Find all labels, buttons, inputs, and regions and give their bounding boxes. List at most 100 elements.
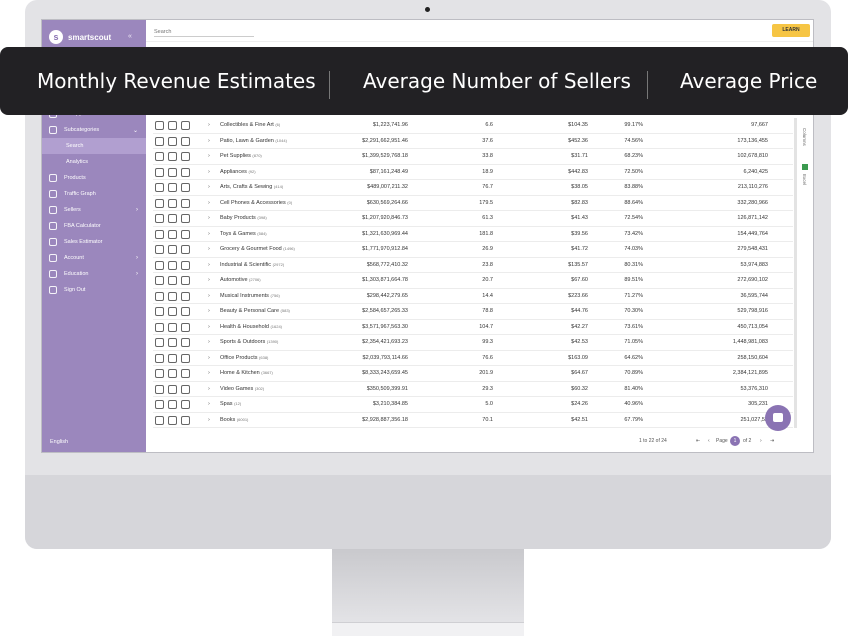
expand-row-icon[interactable]: › bbox=[208, 293, 210, 299]
tree-icon[interactable] bbox=[181, 121, 190, 130]
vertical-scrollbar[interactable] bbox=[794, 118, 797, 428]
expand-row-icon[interactable]: › bbox=[208, 153, 210, 159]
sidebar-item-analytics[interactable]: Analytics bbox=[42, 154, 146, 170]
category-name[interactable]: Patio, Lawn & Garden (1044) bbox=[220, 138, 287, 144]
table-row[interactable]: › Health & Household (1624) $3,571,967,563… bbox=[153, 320, 793, 335]
sidebar-item-search[interactable]: Search bbox=[42, 138, 146, 154]
box-icon[interactable] bbox=[168, 183, 177, 192]
tag-icon[interactable] bbox=[155, 369, 164, 378]
expand-row-icon[interactable]: › bbox=[208, 339, 210, 345]
expand-row-icon[interactable]: › bbox=[208, 277, 210, 283]
columns-toggle[interactable]: Columns bbox=[802, 128, 807, 146]
box-icon[interactable] bbox=[168, 260, 177, 270]
tag-icon[interactable] bbox=[155, 415, 164, 425]
category-name[interactable]: Cell Phones & Accessories (0) bbox=[220, 200, 292, 206]
tree-icon[interactable] bbox=[181, 183, 190, 192]
box-icon[interactable] bbox=[168, 369, 177, 378]
expand-row-icon[interactable]: › bbox=[208, 370, 210, 376]
tree-icon[interactable] bbox=[181, 338, 190, 347]
expand-row-icon[interactable]: › bbox=[208, 262, 210, 268]
box-icon[interactable] bbox=[168, 245, 177, 254]
box-icon[interactable] bbox=[168, 276, 177, 285]
category-name[interactable]: Automotive (2706) bbox=[220, 277, 261, 283]
box-icon[interactable] bbox=[168, 415, 177, 425]
sidebar-item-traffic-graph[interactable]: Traffic Graph bbox=[42, 186, 146, 202]
tag-icon[interactable] bbox=[155, 152, 164, 161]
table-row[interactable]: › Books (6001) $2,928,887,356.18 70.1 $42.51… bbox=[153, 413, 793, 428]
table-row[interactable]: › Sports & Outdoors (1390) $2,354,421,693.… bbox=[153, 335, 793, 351]
sidebar-item-sign-out[interactable]: Sign Out bbox=[42, 282, 146, 298]
category-name[interactable]: Home & Kitchen (3667) bbox=[220, 370, 273, 376]
category-name[interactable]: Collectibles & Fine Art (6) bbox=[220, 122, 280, 128]
collapse-sidebar-icon[interactable]: « bbox=[128, 33, 132, 40]
table-row[interactable]: › Office Products (638) $2,039,793,114.66 7… bbox=[153, 351, 793, 366]
box-icon[interactable] bbox=[168, 353, 177, 363]
table-row[interactable]: › Beauty & Personal Care (583) $2,584,657,… bbox=[153, 304, 793, 320]
box-icon[interactable] bbox=[168, 384, 177, 394]
tag-icon[interactable] bbox=[155, 291, 164, 301]
table-row[interactable]: › Arts, Crafts & Sewing (414) $489,007,211… bbox=[153, 180, 793, 196]
table-row[interactable]: › Home & Kitchen (3667) $8,333,243,659.45 2… bbox=[153, 366, 793, 382]
box-icon[interactable] bbox=[168, 136, 177, 146]
tree-icon[interactable] bbox=[181, 152, 190, 161]
tag-icon[interactable] bbox=[155, 183, 164, 192]
learn-button[interactable]: LEARN bbox=[772, 24, 810, 37]
expand-row-icon[interactable]: › bbox=[208, 401, 210, 407]
language-selector[interactable]: English bbox=[50, 439, 68, 445]
tree-icon[interactable] bbox=[181, 322, 190, 332]
tree-icon[interactable] bbox=[181, 229, 190, 239]
tree-icon[interactable] bbox=[181, 214, 190, 223]
box-icon[interactable] bbox=[168, 167, 177, 177]
table-row[interactable]: › Spas (12) $3,210,384.85 5.0 $24.26 40.96% 30… bbox=[153, 397, 793, 413]
tag-icon[interactable] bbox=[155, 229, 164, 239]
box-icon[interactable] bbox=[168, 400, 177, 409]
table-row[interactable]: › Toys & Games (584) $1,321,630,969.44 181.… bbox=[153, 227, 793, 242]
tree-icon[interactable] bbox=[181, 245, 190, 254]
expand-row-icon[interactable]: › bbox=[208, 308, 210, 314]
table-row[interactable]: › Cell Phones & Accessories (0) $630,569,2… bbox=[153, 196, 793, 211]
box-icon[interactable] bbox=[168, 322, 177, 332]
expand-row-icon[interactable]: › bbox=[208, 184, 210, 190]
category-name[interactable]: Books (6001) bbox=[220, 417, 248, 423]
tree-icon[interactable] bbox=[181, 136, 190, 146]
box-icon[interactable] bbox=[168, 214, 177, 223]
first-page-icon[interactable]: ⇤ bbox=[696, 438, 700, 444]
category-name[interactable]: Musical Instruments (756) bbox=[220, 293, 280, 299]
category-name[interactable]: Appliances (92) bbox=[220, 169, 256, 175]
tag-icon[interactable] bbox=[155, 307, 164, 316]
tag-icon[interactable] bbox=[155, 136, 164, 146]
tree-icon[interactable] bbox=[181, 384, 190, 394]
brand[interactable]: s smartscout bbox=[49, 30, 111, 44]
tag-icon[interactable] bbox=[155, 121, 164, 130]
category-name[interactable]: Spas (12) bbox=[220, 401, 241, 407]
table-row[interactable]: › Industrial & Scientific (2972) $568,772,… bbox=[153, 258, 793, 273]
category-name[interactable]: Office Products (638) bbox=[220, 355, 268, 361]
tree-icon[interactable] bbox=[181, 415, 190, 425]
tag-icon[interactable] bbox=[155, 322, 164, 332]
category-name[interactable]: Pet Supplies (870) bbox=[220, 153, 262, 159]
expand-row-icon[interactable]: › bbox=[208, 386, 210, 392]
table-row[interactable]: › Video Games (302) $350,509,399.91 29.3 $60… bbox=[153, 382, 793, 397]
excel-export[interactable]: Excel bbox=[802, 174, 807, 185]
tag-icon[interactable] bbox=[155, 276, 164, 285]
sidebar-item-sales-estimator[interactable]: Sales Estimator bbox=[42, 234, 146, 250]
current-page[interactable]: 1 bbox=[730, 436, 740, 446]
search-input[interactable] bbox=[154, 27, 254, 37]
category-name[interactable]: Toys & Games (584) bbox=[220, 231, 267, 237]
next-page-icon[interactable]: › bbox=[760, 438, 762, 444]
expand-row-icon[interactable]: › bbox=[208, 417, 210, 423]
category-name[interactable]: Industrial & Scientific (2972) bbox=[220, 262, 284, 268]
tree-icon[interactable] bbox=[181, 198, 190, 208]
expand-row-icon[interactable]: › bbox=[208, 122, 210, 128]
category-name[interactable]: Video Games (302) bbox=[220, 386, 264, 392]
box-icon[interactable] bbox=[168, 291, 177, 301]
category-name[interactable]: Grocery & Gourmet Food (1496) bbox=[220, 246, 295, 252]
tree-icon[interactable] bbox=[181, 369, 190, 378]
expand-row-icon[interactable]: › bbox=[208, 169, 210, 175]
table-row[interactable]: › Automotive (2706) $1,303,871,664.78 20.7 $… bbox=[153, 273, 793, 289]
box-icon[interactable] bbox=[168, 338, 177, 347]
table-row[interactable]: › Musical Instruments (756) $298,442,279.6… bbox=[153, 289, 793, 304]
tag-icon[interactable] bbox=[155, 214, 164, 223]
table-row[interactable]: › Baby Products (398) $1,207,920,846.73 61.… bbox=[153, 211, 793, 227]
table-row[interactable]: › Grocery & Gourmet Food (1496) $1,771,970… bbox=[153, 242, 793, 258]
